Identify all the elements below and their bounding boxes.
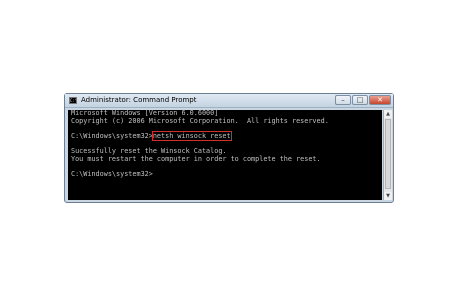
scroll-thumb[interactable] [385, 119, 391, 189]
command-prompt-window: C:\ Administrator: Command Prompt – □ ✕ … [64, 93, 394, 203]
copyright-line: Copyright (c) 2006 Microsoft Corporation… [71, 116, 329, 125]
command-line: C:\Windows\system32>netsh winsock reset [71, 130, 379, 141]
maximize-button[interactable]: □ [352, 95, 368, 105]
scroll-down-icon[interactable]: ▼ [384, 192, 392, 200]
window-title: Administrator: Command Prompt [81, 96, 197, 104]
prompt: C:\Windows\system32> [71, 131, 153, 140]
restart-notice-line: You must restart the computer in order t… [71, 154, 321, 163]
command-prompt-icon[interactable]: C:\ [69, 97, 77, 104]
vertical-scrollbar[interactable]: ▲ ▼ [383, 110, 392, 200]
highlighted-command: netsh winsock reset [151, 130, 232, 141]
close-button[interactable]: ✕ [369, 95, 391, 105]
title-bar[interactable]: C:\ Administrator: Command Prompt – □ ✕ [65, 94, 393, 108]
scroll-up-icon[interactable]: ▲ [384, 110, 392, 118]
current-prompt: C:\Windows\system32> [71, 169, 153, 178]
console-output[interactable]: Microsoft Windows [Version 6.0.6000] Cop… [68, 110, 382, 200]
minimize-button[interactable]: – [335, 95, 351, 105]
